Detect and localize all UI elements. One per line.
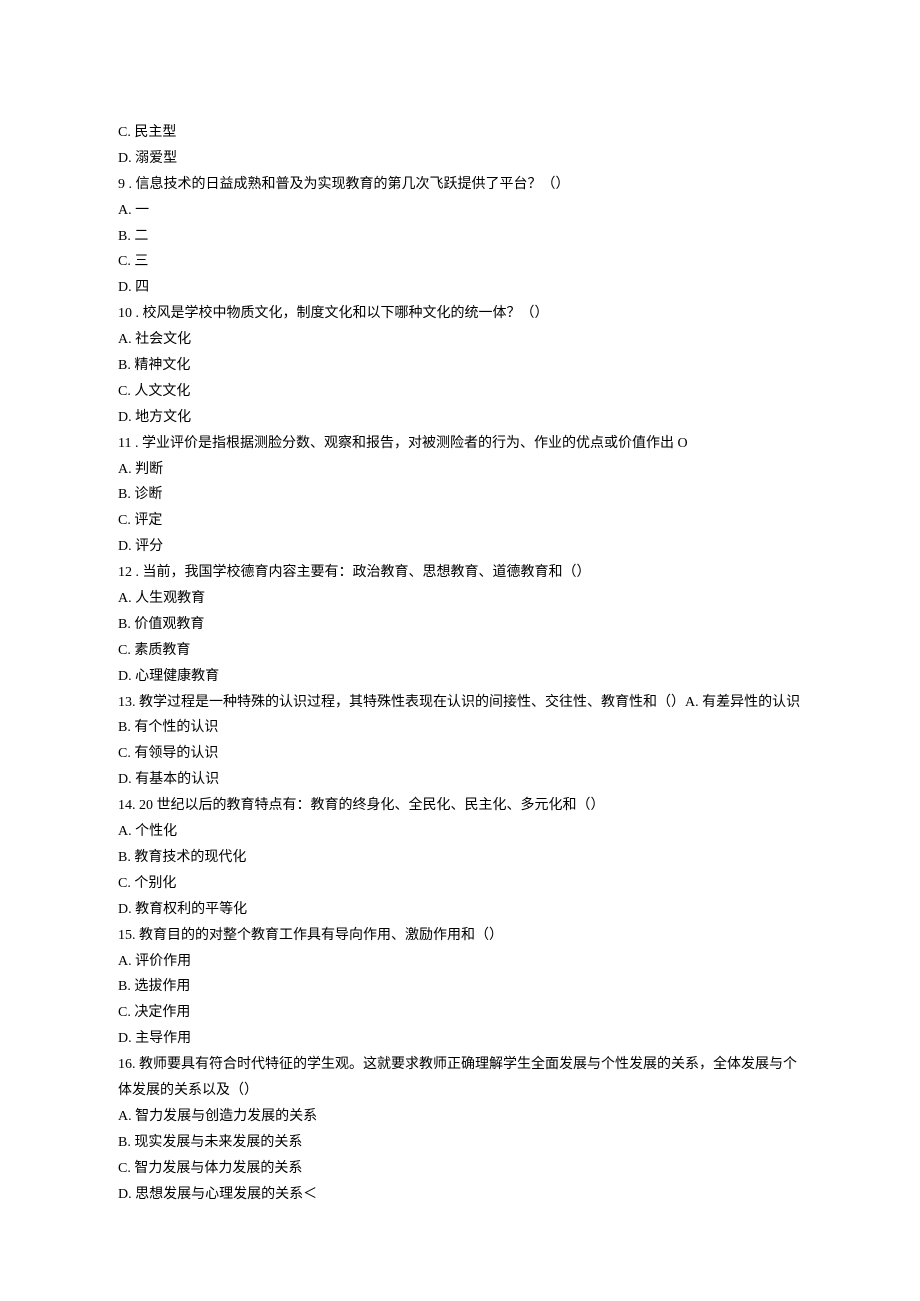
document-line: C. 民主型 <box>118 120 802 146</box>
document-line: D. 思想发展与心理发展的关系＜ <box>118 1182 802 1208</box>
document-line: B. 精神文化 <box>118 353 802 379</box>
document-line: D. 教育权利的平等化 <box>118 897 802 923</box>
document-line: 16. 教师要具有符合时代特征的学生观。这就要求教师正确理解学生全面发展与个性发… <box>118 1052 802 1104</box>
document-line: D. 有基本的认识 <box>118 767 802 793</box>
document-line: B. 二 <box>118 224 802 250</box>
document-line: A. 社会文化 <box>118 327 802 353</box>
document-line: A. 人生观教育 <box>118 586 802 612</box>
document-line: B. 教育技术的现代化 <box>118 845 802 871</box>
document-line: C. 决定作用 <box>118 1000 802 1026</box>
document-line: 12 . 当前，我国学校德育内容主要有：政治教育、思想教育、道德教育和（） <box>118 560 802 586</box>
document-line: D. 主导作用 <box>118 1026 802 1052</box>
document-line: C. 人文文化 <box>118 379 802 405</box>
document-line: C. 个别化 <box>118 871 802 897</box>
document-line: D. 地方文化 <box>118 405 802 431</box>
document-line: B. 诊断 <box>118 482 802 508</box>
document-line: B. 选拔作用 <box>118 974 802 1000</box>
document-line: B. 有个性的认识 <box>118 715 802 741</box>
document-line: A. 判断 <box>118 457 802 483</box>
document-line: B. 价值观教育 <box>118 612 802 638</box>
document-line: 13. 教学过程是一种特殊的认识过程，其特殊性表现在认识的间接性、交往性、教育性… <box>118 690 802 716</box>
document-line: B. 现实发展与未来发展的关系 <box>118 1130 802 1156</box>
document-line: A. 一 <box>118 198 802 224</box>
document-line: D. 四 <box>118 275 802 301</box>
document-line: 11 . 学业评价是指根据测脸分数、观察和报告，对被测险者的行为、作业的优点或价… <box>118 431 802 457</box>
document-line: D. 心理健康教育 <box>118 664 802 690</box>
document-line: A. 个性化 <box>118 819 802 845</box>
document-line: C. 有领导的认识 <box>118 741 802 767</box>
document-line: C. 智力发展与体力发展的关系 <box>118 1156 802 1182</box>
document-line: 10 . 校风是学校中物质文化，制度文化和以下哪种文化的统一体？（） <box>118 301 802 327</box>
document-line: D. 评分 <box>118 534 802 560</box>
document-line: C. 三 <box>118 249 802 275</box>
document-line: D. 溺爱型 <box>118 146 802 172</box>
document-line: A. 评价作用 <box>118 949 802 975</box>
document-line: C. 素质教育 <box>118 638 802 664</box>
document-line: 14. 20 世纪以后的教育特点有：教育的终身化、全民化、民主化、多元化和（） <box>118 793 802 819</box>
document-line: 9 . 信息技术的日益成熟和普及为实现教育的第几次飞跃提供了平台？（） <box>118 172 802 198</box>
document-line: 15. 教育目的的对整个教育工作具有导向作用、激励作用和（） <box>118 923 802 949</box>
document-line: C. 评定 <box>118 508 802 534</box>
document-line: A. 智力发展与创造力发展的关系 <box>118 1104 802 1130</box>
